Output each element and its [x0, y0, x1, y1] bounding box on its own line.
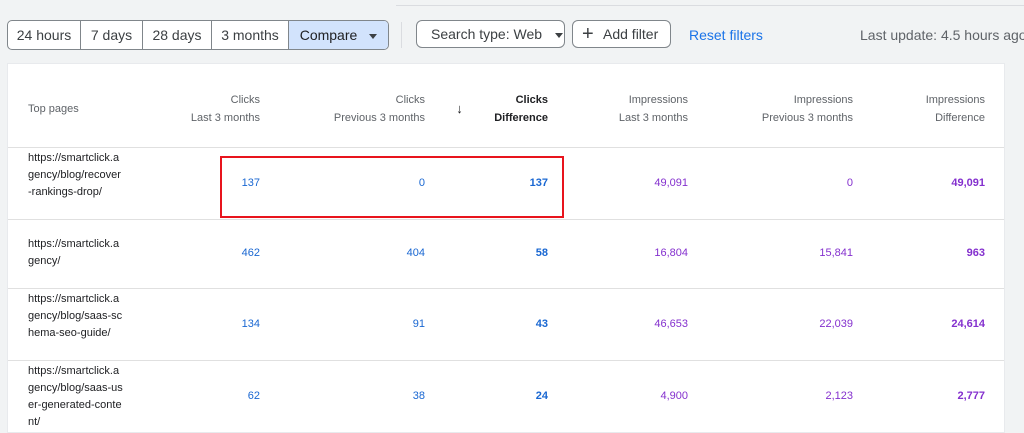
- column-header-sublabel: Previous 3 months: [761, 112, 853, 124]
- column-header-impressions-difference[interactable]: Impressions Difference: [926, 91, 985, 127]
- clicks-difference-cell: 58: [535, 247, 548, 259]
- plus-icon: +: [582, 23, 594, 45]
- column-header-label: Top pages: [28, 103, 79, 115]
- clicks-difference-cell: 43: [535, 318, 548, 330]
- pages-table: Top pages Clicks Last 3 months Clicks Prev…: [7, 63, 1005, 433]
- compare-button[interactable]: Compare: [289, 21, 388, 49]
- page-url[interactable]: https://smartclick.agency/blog/saas-sche…: [28, 291, 123, 342]
- clicks-last-cell: 462: [241, 247, 260, 259]
- column-header-sublabel: Difference: [935, 112, 985, 124]
- impressions-previous-cell: 0: [846, 177, 853, 189]
- column-header-label: Impressions: [628, 94, 688, 106]
- column-header-label: Clicks: [395, 94, 425, 106]
- table-header: Top pages Clicks Last 3 months Clicks Prev…: [8, 64, 1004, 148]
- column-header-impressions-previous[interactable]: Impressions Previous 3 months: [762, 91, 853, 127]
- table-row[interactable]: https://smartclick.agency/blog/saas-sche…: [8, 289, 1004, 361]
- impressions-difference-cell: 49,091: [951, 177, 985, 189]
- column-header-top-pages[interactable]: Top pages: [28, 100, 79, 118]
- page-url[interactable]: https://smartclick.agency/: [28, 236, 123, 270]
- caret-down-icon: [555, 32, 564, 38]
- range-3-months-button[interactable]: 3 months: [212, 21, 289, 49]
- range-7-days-button[interactable]: 7 days: [81, 21, 143, 49]
- search-type-dropdown[interactable]: Search type: Web: [416, 20, 565, 48]
- column-header-label: Impressions: [925, 94, 985, 106]
- compare-label: Compare: [299, 27, 358, 43]
- clicks-previous-cell: 38: [412, 390, 425, 402]
- impressions-difference-cell: 2,777: [957, 390, 985, 402]
- date-range-group: 24 hours 7 days 28 days 3 months Compare: [7, 20, 389, 50]
- range-28-days-button[interactable]: 28 days: [143, 21, 212, 49]
- column-header-label: Impressions: [793, 94, 853, 106]
- clicks-last-cell: 137: [241, 177, 260, 189]
- impressions-last-cell: 49,091: [654, 177, 688, 189]
- page-url[interactable]: https://smartclick.agency/blog/saas-user…: [28, 363, 123, 431]
- impressions-previous-cell: 2,123: [825, 390, 853, 402]
- clicks-previous-cell: 91: [412, 318, 425, 330]
- column-header-clicks-previous[interactable]: Clicks Previous 3 months: [334, 91, 425, 127]
- impressions-difference-cell: 963: [966, 247, 985, 259]
- add-filter-button[interactable]: + Add filter: [572, 20, 671, 48]
- reset-filters-link[interactable]: Reset filters: [689, 27, 763, 43]
- impressions-last-cell: 16,804: [654, 247, 688, 259]
- impressions-difference-cell: 24,614: [951, 318, 985, 330]
- column-header-label: Clicks: [515, 94, 548, 106]
- impressions-previous-cell: 22,039: [819, 318, 853, 330]
- clicks-difference-cell: 137: [529, 177, 548, 189]
- sort-descending-icon: ↓: [456, 101, 463, 116]
- column-header-label: Clicks: [230, 94, 260, 106]
- clicks-previous-cell: 404: [406, 247, 425, 259]
- toolbar: 24 hours 7 days 28 days 3 months Compare…: [0, 0, 1024, 62]
- caret-down-icon: [369, 33, 378, 39]
- column-header-sublabel: Difference: [494, 112, 548, 124]
- column-header-sublabel: Previous 3 months: [333, 112, 425, 124]
- column-header-clicks-last[interactable]: Clicks Last 3 months: [191, 91, 260, 127]
- last-update-text: Last update: 4.5 hours ago: [860, 27, 1024, 43]
- table-row[interactable]: https://smartclick.agency/blog/saas-user…: [8, 361, 1004, 432]
- column-header-clicks-difference[interactable]: ↓ Clicks Difference: [456, 91, 548, 127]
- impressions-last-cell: 4,900: [660, 390, 688, 402]
- page-url[interactable]: https://smartclick.agency/blog/recover-r…: [28, 150, 123, 201]
- column-header-sublabel: Last 3 months: [190, 112, 260, 124]
- divider: [396, 5, 1024, 6]
- impressions-last-cell: 46,653: [654, 318, 688, 330]
- add-filter-label: Add filter: [603, 26, 659, 42]
- range-24-hours-button[interactable]: 24 hours: [8, 21, 81, 49]
- table-row[interactable]: https://smartclick.agency/blog/recover-r…: [8, 148, 1004, 220]
- column-header-sublabel: Last 3 months: [618, 112, 688, 124]
- divider: [401, 22, 402, 48]
- clicks-difference-cell: 24: [535, 390, 548, 402]
- column-header-impressions-last[interactable]: Impressions Last 3 months: [619, 91, 688, 127]
- clicks-last-cell: 62: [247, 390, 260, 402]
- search-type-label: Search type: Web: [431, 26, 543, 42]
- impressions-previous-cell: 15,841: [819, 247, 853, 259]
- table-row[interactable]: https://smartclick.agency/ 462 404 58 16…: [8, 220, 1004, 289]
- clicks-previous-cell: 0: [418, 177, 425, 189]
- clicks-last-cell: 134: [241, 318, 260, 330]
